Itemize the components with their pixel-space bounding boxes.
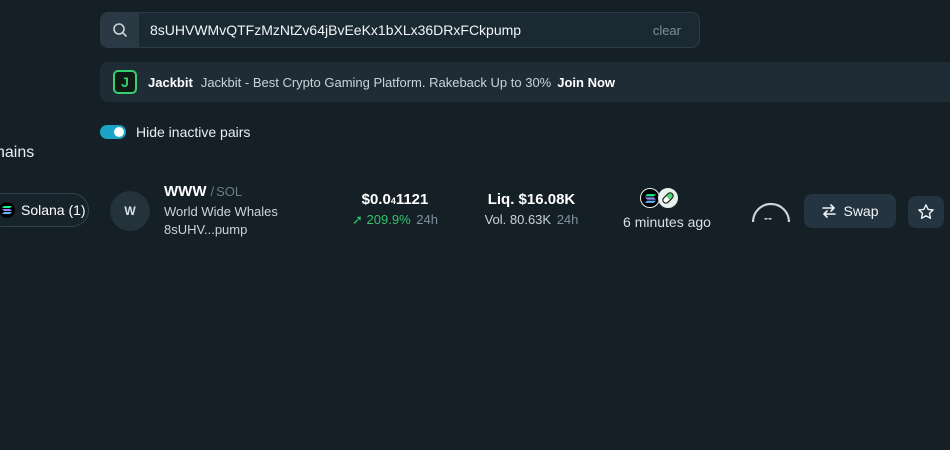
price: $0.041121 (361, 191, 429, 208)
pair-separator: / (210, 184, 215, 199)
price-change-value: 209.9% (366, 212, 411, 227)
volume: Vol. 80.63K 24h (474, 212, 589, 227)
clear-search-button[interactable]: clear (653, 23, 699, 38)
pair-age-column: 6 minutes ago (612, 188, 722, 230)
search-input[interactable] (139, 22, 653, 38)
price-change: ➚ 209.9% 24h (350, 212, 440, 228)
swap-label: Swap (843, 203, 879, 219)
solana-chain-icon (640, 188, 660, 208)
search-bar[interactable]: clear (100, 12, 700, 48)
swap-icon (822, 204, 837, 218)
volume-period: 24h (556, 212, 579, 227)
chain-filter-solana[interactable]: Solana (1) (0, 193, 89, 227)
pair-info[interactable]: WWW / SOL World Wide Whales 8sUHV...pump (164, 183, 278, 237)
chain-label: Solana (1) (21, 202, 86, 218)
search-icon[interactable] (101, 13, 139, 47)
ad-banner[interactable]: J Jackbit Jackbit - Best Crypto Gaming P… (100, 62, 950, 102)
jackbit-logo-icon: J (113, 70, 137, 94)
token-name: World Wide Whales (164, 204, 278, 219)
hide-inactive-toggle[interactable] (100, 125, 126, 139)
pair-quote-token: SOL (216, 184, 243, 199)
solana-icon (0, 202, 15, 218)
liquidity: Liq. $16.08K (487, 191, 576, 208)
price-column: $0.041121 ➚ 209.9% 24h (350, 191, 440, 228)
pair-age: 6 minutes ago (623, 214, 711, 230)
token-address[interactable]: 8sUHV...pump (164, 222, 278, 237)
hide-inactive-label: Hide inactive pairs (136, 124, 251, 140)
watchlist-star-button[interactable] (908, 196, 944, 228)
hide-inactive-filter: Hide inactive pairs (100, 122, 250, 142)
trend-up-icon: ➚ (352, 212, 363, 227)
ad-name: Jackbit (148, 74, 193, 90)
gauge-value: -- (764, 211, 772, 225)
liquidity-column: Liq. $16.08K Vol. 80.63K 24h (474, 191, 589, 227)
toggle-knob (114, 127, 124, 137)
volume-value: Vol. 80.63K (484, 212, 552, 227)
pair-symbol: WWW (164, 183, 207, 200)
pump-fun-dex-icon (658, 188, 678, 208)
ad-join-now-link[interactable]: Join Now (557, 75, 615, 90)
token-avatar[interactable]: W (110, 191, 150, 231)
price-change-period: 24h (416, 212, 438, 227)
star-icon (918, 204, 934, 219)
swap-button[interactable]: Swap (804, 194, 896, 228)
ad-text: Jackbit - Best Crypto Gaming Platform. R… (200, 74, 552, 90)
chains-heading: hains (0, 144, 35, 161)
